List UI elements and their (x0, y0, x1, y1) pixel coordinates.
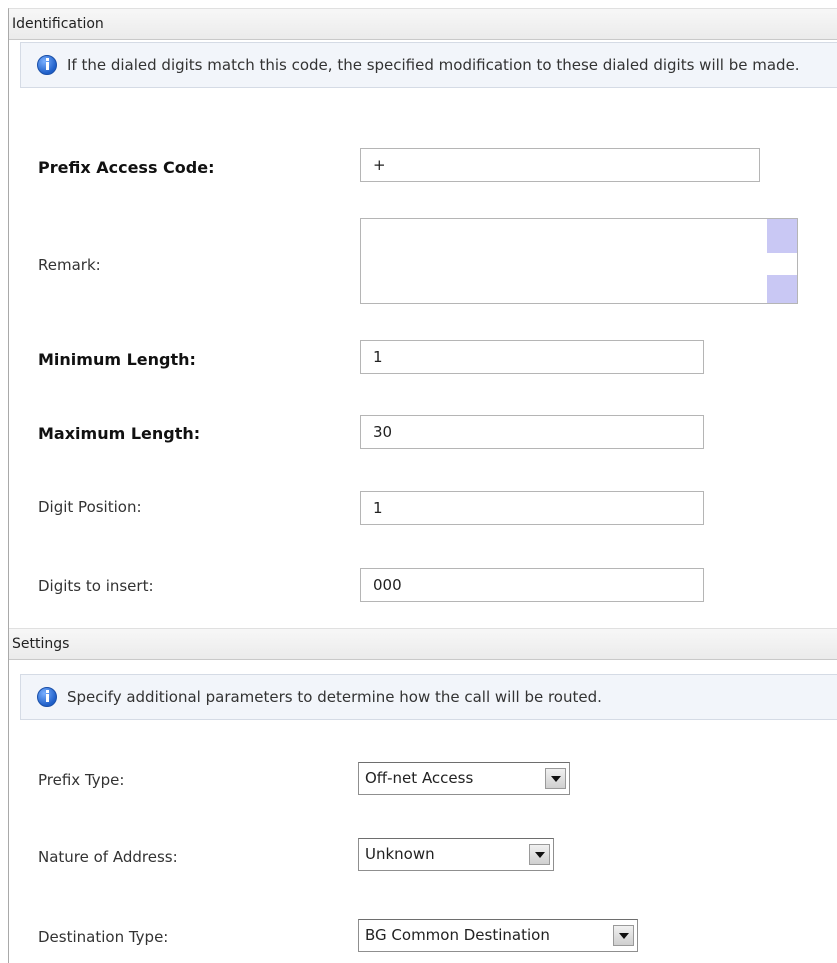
settings-info-text: Specify additional parameters to determi… (67, 688, 602, 706)
settings-header-title: Settings (12, 636, 70, 652)
digits-to-insert-input[interactable]: 000 (360, 568, 704, 602)
identification-header-title: Identification (12, 16, 104, 32)
destination-type-value: BG Common Destination (365, 926, 550, 944)
destination-type-label: Destination Type: (38, 928, 169, 946)
settings-info-bar: Specify additional parameters to determi… (20, 674, 837, 720)
digit-position-label: Digit Position: (38, 498, 142, 516)
scrollbar-up[interactable] (767, 219, 797, 253)
identification-header: Identification (9, 8, 837, 40)
maximum-length-label: Maximum Length: (38, 424, 201, 443)
remark-textarea[interactable] (360, 218, 798, 304)
prefix-type-label: Prefix Type: (38, 771, 125, 789)
destination-type-select[interactable]: BG Common Destination (358, 919, 638, 952)
chevron-down-icon[interactable] (529, 844, 550, 865)
prefix-access-code-label: Prefix Access Code: (38, 158, 215, 177)
digit-position-input[interactable]: 1 (360, 491, 704, 525)
nature-of-address-label: Nature of Address: (38, 848, 178, 866)
chevron-down-icon[interactable] (613, 925, 634, 946)
settings-header: Settings (9, 628, 837, 660)
chevron-down-icon[interactable] (545, 768, 566, 789)
remark-label: Remark: (38, 256, 101, 274)
minimum-length-label: Minimum Length: (38, 350, 196, 369)
nature-of-address-select[interactable]: Unknown (358, 838, 554, 871)
maximum-length-input[interactable]: 30 (360, 415, 704, 449)
prefix-type-value: Off-net Access (365, 769, 474, 787)
identification-info-text: If the dialed digits match this code, th… (67, 56, 800, 74)
digits-to-insert-label: Digits to insert: (38, 577, 154, 595)
prefix-access-code-input[interactable]: + (360, 148, 760, 182)
info-icon (37, 55, 57, 75)
scrollbar-down[interactable] (767, 275, 797, 303)
prefix-type-select[interactable]: Off-net Access (358, 762, 570, 795)
nature-of-address-value: Unknown (365, 845, 435, 863)
minimum-length-input[interactable]: 1 (360, 340, 704, 374)
identification-info-bar: If the dialed digits match this code, th… (20, 42, 837, 88)
info-icon (37, 687, 57, 707)
